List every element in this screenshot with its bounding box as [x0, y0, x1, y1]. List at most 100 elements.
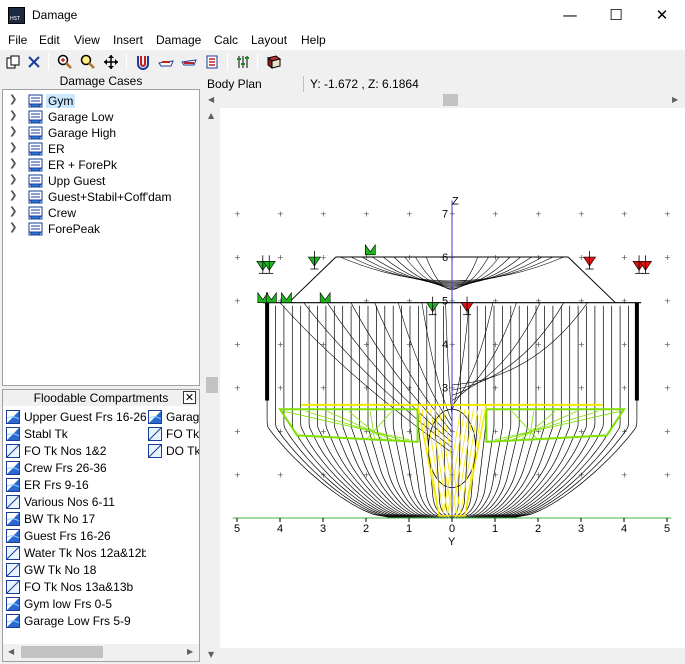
pan-icon[interactable] [102, 53, 120, 71]
vscroll-thumb[interactable] [206, 377, 218, 393]
compartment-item[interactable]: FO Tk Nos 13a&13b [6, 579, 146, 595]
compartment-item[interactable]: Garage [148, 409, 199, 425]
zoom-in-icon[interactable] [56, 53, 74, 71]
body-plan-canvas[interactable]: + + + + + + + + + + + + + + + + + + + + + + + + + + + + + + + + + + + + + + + +… [220, 108, 685, 648]
scroll-thumb[interactable] [21, 646, 103, 658]
ship-case-icon [28, 158, 43, 172]
damage-case-item[interactable]: ❯ Upp Guest [3, 173, 199, 189]
ship-case-icon [28, 142, 43, 156]
flooded-hatch [438, 409, 457, 514]
damage-case-item[interactable]: ❯ ForePeak [3, 221, 199, 237]
flooded-hatch [447, 409, 466, 514]
expand-chevron-icon[interactable]: ❯ [9, 222, 17, 233]
diagonal-line [451, 302, 517, 401]
grid-mark: + [234, 471, 241, 480]
copy-icon[interactable] [4, 53, 22, 71]
toolbar [0, 50, 685, 74]
compartment-item[interactable]: FO Tk Nos 1&2 [6, 443, 146, 459]
expand-chevron-icon[interactable]: ❯ [9, 190, 17, 201]
menu-damage[interactable]: Damage [156, 33, 201, 47]
damage-case-item[interactable]: ❯ ER [3, 141, 199, 157]
expand-chevron-icon[interactable]: ❯ [9, 206, 17, 217]
station-line [504, 305, 621, 519]
grid-mark: + [492, 471, 499, 480]
ship-section-icon[interactable] [180, 53, 198, 71]
menu-edit[interactable]: Edit [39, 33, 60, 47]
empty-compartment-icon [6, 563, 20, 577]
expand-chevron-icon[interactable]: ❯ [9, 110, 17, 121]
grid-mark: + [492, 297, 499, 306]
grid-mark: + [664, 471, 671, 480]
expand-chevron-icon[interactable]: ❯ [9, 94, 17, 105]
compartment-item[interactable]: Water Tk Nos 12a&12b [6, 545, 146, 561]
menu-insert[interactable]: Insert [113, 33, 143, 47]
grid-mark: + [578, 210, 585, 219]
ship-profile-icon[interactable] [157, 53, 175, 71]
view-vscrollbar[interactable]: ▲ ▼ [204, 108, 221, 664]
minimize-button[interactable]: — [547, 0, 593, 31]
vent-marker [281, 291, 292, 303]
damage-case-item[interactable]: ❯ Garage Low [3, 109, 199, 125]
view-hscrollbar[interactable]: ◀ ▶ [204, 92, 685, 109]
compartment-label: Crew Frs 26-36 [24, 461, 107, 475]
z-tick-label: 6 [442, 252, 448, 264]
floodable-compartments-panel: Floodable Compartments ✕ Upper Guest Frs… [2, 389, 200, 662]
compartment-item[interactable]: Guest Frs 16-26 [6, 528, 146, 544]
maximize-button[interactable]: ☐ [593, 0, 639, 31]
compartment-item[interactable]: Stabl Tk [6, 426, 146, 442]
damage-case-item[interactable]: ❯ ER + ForePk [3, 157, 199, 173]
diagonal-line [445, 302, 453, 417]
grid-mark: + [664, 427, 671, 436]
compartments-hscrollbar[interactable]: ◀ ▶ [3, 644, 199, 661]
damage-case-item[interactable]: ❯ Guest+Stabil+Coff'dam [3, 189, 199, 205]
compartment-item[interactable]: FO Tk I [148, 426, 199, 442]
diagonal-line [421, 302, 453, 422]
compartment-item[interactable]: Garage Low Frs 5-9 [6, 613, 146, 629]
z-tick-label: 3 [442, 383, 448, 395]
expand-chevron-icon[interactable]: ❯ [9, 174, 17, 185]
compartment-item[interactable]: Crew Frs 26-36 [6, 460, 146, 476]
layout-icon[interactable] [234, 53, 252, 71]
flooded-compartment-icon [6, 529, 20, 543]
close-panel-button[interactable]: ✕ [183, 391, 196, 404]
expand-chevron-icon[interactable]: ❯ [9, 158, 17, 169]
compartment-item[interactable]: Gym low Frs 0-5 [6, 596, 146, 612]
compartment-item[interactable]: GW Tk No 18 [6, 562, 146, 578]
menu-calc[interactable]: Calc [214, 33, 238, 47]
compartment-item[interactable]: Various Nos 6-11 [6, 494, 146, 510]
damage-case-item[interactable]: ❯ Garage High [3, 125, 199, 141]
hscroll-thumb[interactable] [443, 94, 458, 106]
damage-case-item[interactable]: ❯ Gym [3, 93, 199, 109]
compartment-label: Garage Low Frs 5-9 [24, 614, 131, 628]
menu-help[interactable]: Help [301, 33, 326, 47]
damage-case-item[interactable]: ❯ Crew [3, 205, 199, 221]
menu-layout[interactable]: Layout [251, 33, 287, 47]
delete-icon[interactable] [25, 53, 43, 71]
ship-case-icon [28, 174, 43, 188]
zoom-icon[interactable] [79, 53, 97, 71]
close-button[interactable]: ✕ [639, 0, 685, 31]
compartment-label: Various Nos 6-11 [24, 495, 115, 509]
compartment-item[interactable]: DO Tk [148, 443, 199, 459]
expand-chevron-icon[interactable]: ❯ [9, 142, 17, 153]
book-icon[interactable] [265, 53, 283, 71]
empty-compartment-icon [148, 427, 162, 441]
grid-mark: + [234, 427, 241, 436]
damage-icon[interactable] [203, 53, 221, 71]
grid-mark: + [621, 297, 628, 306]
magnet-icon[interactable] [134, 53, 152, 71]
compartment-item[interactable]: BW Tk No 17 [6, 511, 146, 527]
menu-file[interactable]: File [8, 33, 27, 47]
expand-chevron-icon[interactable]: ❯ [9, 126, 17, 137]
grid-mark: + [277, 471, 284, 480]
floodable-compartments-header: Floodable Compartments ✕ [3, 390, 199, 406]
compartment-item[interactable]: ER Frs 9-16 [6, 477, 146, 493]
damage-cases-list: ❯ Gym ❯ Garage Low ❯ Garage High ❯ ER ❯ ER + Fore… [2, 89, 200, 386]
station-line [478, 305, 545, 519]
menu-view[interactable]: View [74, 33, 100, 47]
grid-mark: + [535, 210, 542, 219]
x-tick-label: 0 [449, 523, 455, 535]
grid-mark: + [234, 384, 241, 393]
compartment-item[interactable]: Upper Guest Frs 16-26 [6, 409, 146, 425]
superstructure-line [567, 256, 616, 304]
